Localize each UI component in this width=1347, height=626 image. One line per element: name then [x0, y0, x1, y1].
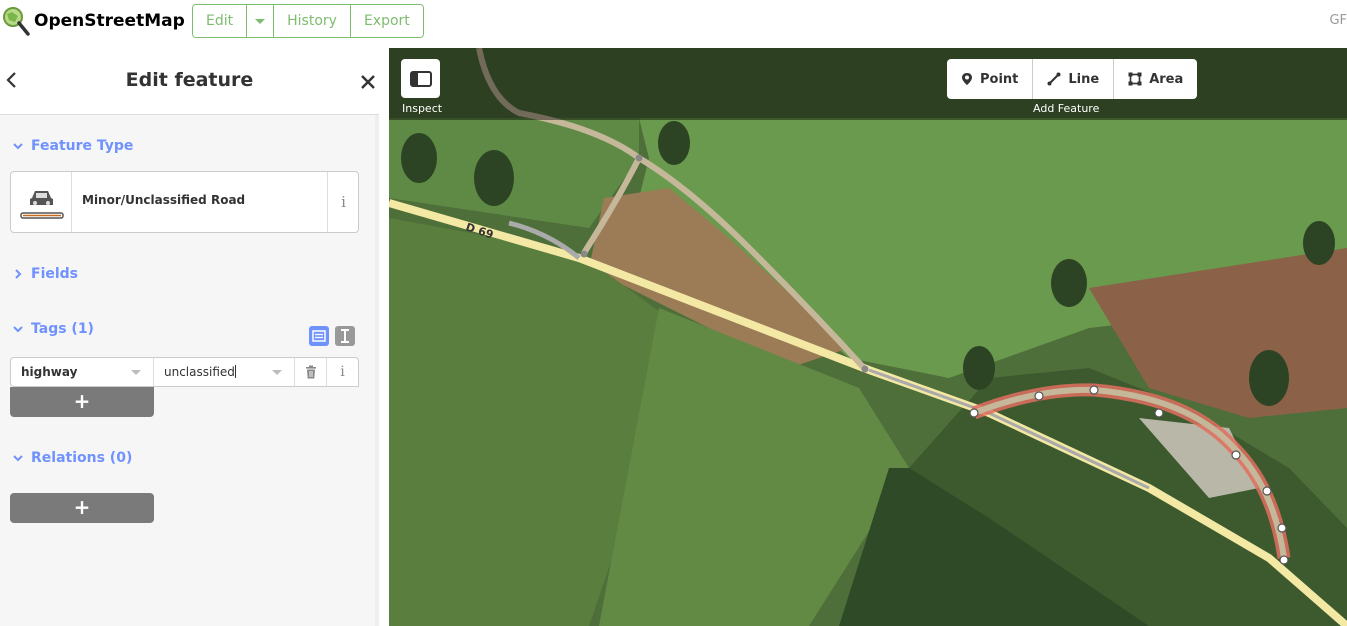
text-view-icon[interactable] [335, 326, 355, 346]
preset-info-button[interactable]: i [327, 172, 359, 232]
section-fields[interactable]: Fields [12, 266, 78, 282]
preset-icon-box [11, 172, 72, 232]
add-line-button[interactable]: Line [1033, 59, 1115, 99]
preset-name: Minor/Unclassified Road [82, 193, 246, 207]
edit-button[interactable]: Edit [193, 5, 248, 37]
preset-button[interactable]: Minor/Unclassified Road i [10, 171, 359, 233]
combo-caret-icon[interactable] [131, 370, 141, 375]
satellite-imagery: D 69 [389, 48, 1347, 626]
chevron-down-icon [13, 455, 23, 462]
chevron-right-icon [15, 269, 22, 279]
sidebar-title: Edit feature [125, 69, 254, 91]
top-bar: OpenStreetMap Edit History Export GF [0, 0, 1347, 48]
tool-label: Point [980, 71, 1019, 87]
text-cursor [234, 365, 236, 378]
section-relations[interactable]: Relations (0) [12, 450, 132, 466]
edit-dropdown-button[interactable] [247, 5, 275, 37]
tag-value-input[interactable]: unclassified [154, 358, 295, 386]
tool-label: Area [1149, 71, 1184, 87]
inspect-button[interactable] [401, 59, 440, 98]
add-relation-button[interactable]: + [10, 493, 154, 523]
section-label: Fields [31, 266, 79, 282]
sidebar-scrollbar[interactable] [375, 115, 379, 626]
add-tag-button[interactable]: + [10, 387, 154, 417]
section-feature-type[interactable]: Feature Type [12, 138, 133, 154]
combo-caret-icon[interactable] [272, 370, 282, 375]
header-right-text[interactable]: GF [1329, 13, 1347, 28]
add-point-button[interactable]: Point [947, 59, 1034, 99]
map-toolbar-band [389, 48, 1347, 120]
trash-icon [305, 365, 316, 379]
delete-tag-button[interactable] [295, 358, 327, 386]
tag-row: highway unclassified i [10, 357, 359, 387]
chevron-down-icon [13, 143, 23, 150]
add-feature-label: Add Feature [1033, 102, 1100, 115]
list-view-icon[interactable] [309, 326, 329, 346]
caret-down-icon [255, 18, 266, 24]
export-button[interactable]: Export [350, 5, 423, 37]
tag-view-toggle [309, 326, 355, 346]
line-icon [1047, 72, 1061, 86]
sidebar-header: Edit feature [0, 48, 379, 115]
tool-label: Line [1068, 71, 1100, 87]
tag-info-button[interactable]: i [327, 358, 358, 386]
car-road-icon [20, 191, 64, 219]
map-canvas[interactable]: D 69 Inspect Point Line Area Add Feature [389, 48, 1347, 626]
area-icon [1128, 72, 1142, 86]
section-label: Tags (1) [31, 321, 94, 337]
sidebar: Edit feature Feature Type Minor/Unclassi… [0, 48, 379, 626]
section-label: Relations (0) [31, 450, 133, 466]
osm-logo-icon[interactable] [2, 6, 30, 36]
brand-name[interactable]: OpenStreetMap [34, 11, 185, 31]
section-label: Feature Type [31, 138, 134, 154]
tag-key-input[interactable]: highway [11, 358, 154, 386]
close-icon[interactable] [360, 74, 376, 90]
tag-key-value: highway [21, 365, 78, 379]
add-area-button[interactable]: Area [1114, 59, 1197, 99]
point-icon [962, 73, 972, 85]
add-feature-toolbar: Point Line Area [947, 59, 1198, 99]
sidebar-toggle-icon [409, 70, 432, 87]
chevron-down-icon [13, 326, 23, 333]
history-button[interactable]: History [274, 5, 351, 37]
inspect-label: Inspect [402, 102, 443, 115]
tag-value-value: unclassified [164, 365, 235, 379]
edit-history-export-group: Edit History Export [192, 4, 424, 38]
section-tags[interactable]: Tags (1) [12, 321, 94, 337]
